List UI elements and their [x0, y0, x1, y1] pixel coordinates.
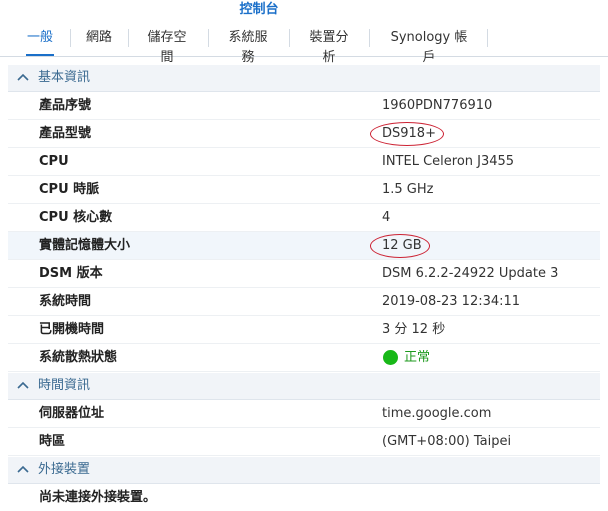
info-row-thermal-status: 系統散熱狀態 正常	[8, 344, 600, 372]
info-row-dsm-version: DSM 版本 DSM 6.2.2-24922 Update 3	[8, 260, 600, 288]
info-label: CPU 核心數	[39, 210, 113, 225]
section-header-time-info[interactable]: 時間資訊	[8, 373, 600, 400]
info-value: time.google.com	[382, 406, 492, 421]
info-value: DSM 6.2.2-24922 Update 3	[382, 266, 559, 281]
section-header-basic-info[interactable]: 基本資訊	[8, 65, 600, 92]
info-row-cpu-cores: CPU 核心數 4	[8, 204, 600, 232]
tab-divider	[289, 29, 290, 47]
tab-divider	[208, 29, 209, 47]
tab-synology-account[interactable]: Synology 帳戶	[385, 28, 473, 65]
info-row-uptime: 已開機時間 3 分 12 秒	[8, 316, 600, 344]
tab-device-analytics[interactable]: 裝置分析	[304, 28, 354, 65]
info-row-system-time: 系統時間 2019-08-23 12:34:11	[8, 288, 600, 316]
info-label: 產品序號	[39, 98, 92, 113]
section-title: 外接裝置	[38, 462, 91, 477]
info-value: 3 分 12 秒	[382, 322, 446, 337]
info-label: 已開機時間	[39, 322, 105, 337]
info-label: 產品型號	[39, 126, 92, 141]
tab-divider	[70, 29, 71, 47]
info-row-timezone: 時區 (GMT+08:00) Taipei	[8, 428, 600, 456]
info-label: 系統時間	[39, 294, 92, 309]
section-title: 基本資訊	[38, 70, 91, 85]
info-label: 時區	[39, 434, 66, 449]
info-value: 2019-08-23 12:34:11	[382, 294, 521, 309]
tab-bar: 一般 網路 儲存空間 系統服務 裝置分析 Synology 帳戶	[0, 20, 608, 65]
tab-divider	[369, 29, 370, 47]
tab-divider	[487, 29, 488, 47]
window-title-bar: 控制台	[0, 0, 608, 20]
info-row-memory: 實體記憶體大小 12 GB	[8, 232, 600, 260]
info-label: CPU 時脈	[39, 182, 100, 197]
status-value: 正常	[404, 350, 431, 365]
chevron-up-icon	[17, 381, 29, 389]
tab-general[interactable]: 一般	[26, 28, 54, 56]
info-row-serial: 產品序號 1960PDN776910	[8, 92, 600, 120]
chevron-up-icon	[17, 73, 29, 81]
info-row-cpu-clock: CPU 時脈 1.5 GHz	[8, 176, 600, 204]
info-row-cpu: CPU INTEL Celeron J3455	[8, 148, 600, 176]
annotation-circle	[370, 234, 430, 258]
tab-divider	[128, 29, 129, 47]
info-value: 1.5 GHz	[382, 182, 434, 197]
info-label: DSM 版本	[39, 266, 103, 281]
status-dot-icon	[383, 350, 398, 365]
tab-storage[interactable]: 儲存空間	[142, 28, 192, 65]
empty-devices-message: 尚未連接外接裝置。	[39, 490, 157, 505]
info-label: 實體記憶體大小	[39, 238, 131, 253]
info-label: CPU	[39, 154, 69, 169]
info-label: 伺服器位址	[39, 406, 105, 421]
info-value: INTEL Celeron J3455	[382, 154, 515, 169]
section-header-external-devices[interactable]: 外接裝置	[8, 457, 600, 484]
window-title: 控制台	[239, 2, 279, 17]
info-value: 1960PDN776910	[382, 98, 493, 113]
tab-network[interactable]: 網路	[86, 28, 112, 48]
annotation-circle	[370, 122, 444, 146]
info-row-model: 產品型號 DS918+	[8, 120, 600, 148]
tab-services[interactable]: 系統服務	[223, 28, 273, 65]
info-value: 4	[382, 210, 391, 225]
info-row-time-server: 伺服器位址 time.google.com	[8, 400, 600, 428]
chevron-up-icon	[17, 465, 29, 473]
info-value: (GMT+08:00) Taipei	[382, 434, 512, 449]
section-title: 時間資訊	[38, 378, 91, 393]
info-label: 系統散熱狀態	[39, 350, 118, 365]
